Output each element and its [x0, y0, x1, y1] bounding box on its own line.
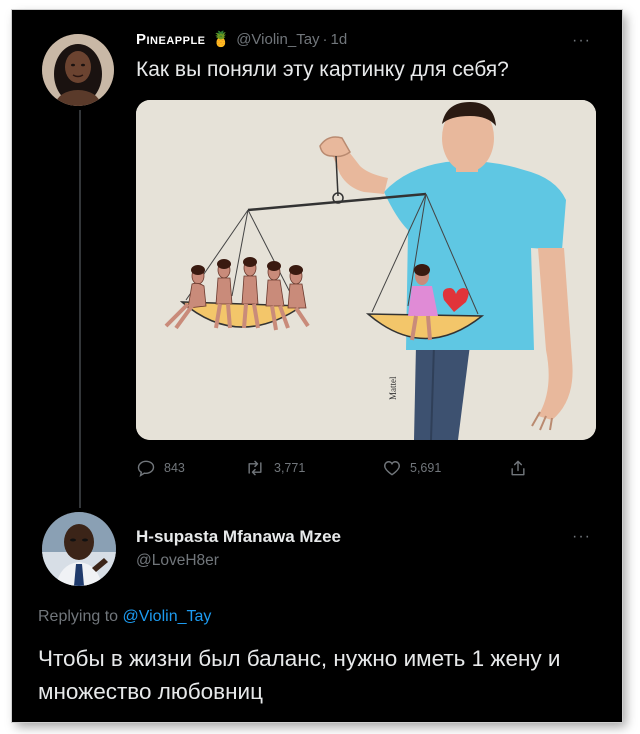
retweet-action[interactable]: 3,771	[244, 458, 305, 478]
reply-author-name[interactable]: H-supasta Mfanawa Mzee	[136, 527, 341, 547]
tweet-author-name[interactable]: Pineapple	[136, 31, 206, 48]
reply-more-icon[interactable]: ···	[572, 528, 591, 546]
tweet-media-image[interactable]: Mattel	[136, 100, 596, 440]
like-icon	[384, 461, 400, 476]
reply-text: Чтобы в жизни был баланс, нужно иметь 1 …	[38, 646, 561, 704]
pineapple-emoji: 🍍	[211, 31, 231, 48]
screenshot-frame: Pineapple 🍍 @Violin_Tay · 1d ··· Как вы …	[12, 10, 622, 722]
tweet-header: Pineapple 🍍 @Violin_Tay · 1d	[136, 30, 348, 49]
like-action[interactable]: 5,691	[382, 458, 441, 478]
tweet-text: Как вы поняли эту картинку для себя?	[136, 58, 509, 81]
tweet-separator: ·	[322, 30, 328, 48]
like-count: 5,691	[410, 461, 442, 475]
retweet-icon	[248, 460, 262, 476]
replying-to: Replying to @Violin_Tay	[38, 608, 211, 626]
reply-action[interactable]: 843	[136, 458, 185, 478]
thread-line	[79, 110, 81, 508]
more-icon[interactable]: ···	[572, 32, 591, 50]
reply-count: 843	[164, 461, 185, 475]
share-icon	[511, 460, 525, 476]
tweet-action-bar: 843 3,771 5,691	[136, 458, 556, 482]
replying-to-handle-link[interactable]: @Violin_Tay	[123, 608, 212, 625]
retweet-count: 3,771	[274, 461, 306, 475]
media-signature: Mattel	[388, 376, 398, 400]
reply-author-avatar[interactable]	[42, 512, 116, 586]
tweet-time[interactable]: 1d	[331, 31, 348, 48]
tweet-author-handle[interactable]: @Violin_Tay	[236, 31, 319, 48]
replying-to-prefix: Replying to	[38, 608, 119, 625]
tweet-author-avatar[interactable]	[42, 34, 114, 106]
reply-author-handle[interactable]: @LoveH8er	[136, 552, 219, 570]
reply-icon	[137, 460, 155, 478]
share-action[interactable]	[508, 458, 528, 478]
